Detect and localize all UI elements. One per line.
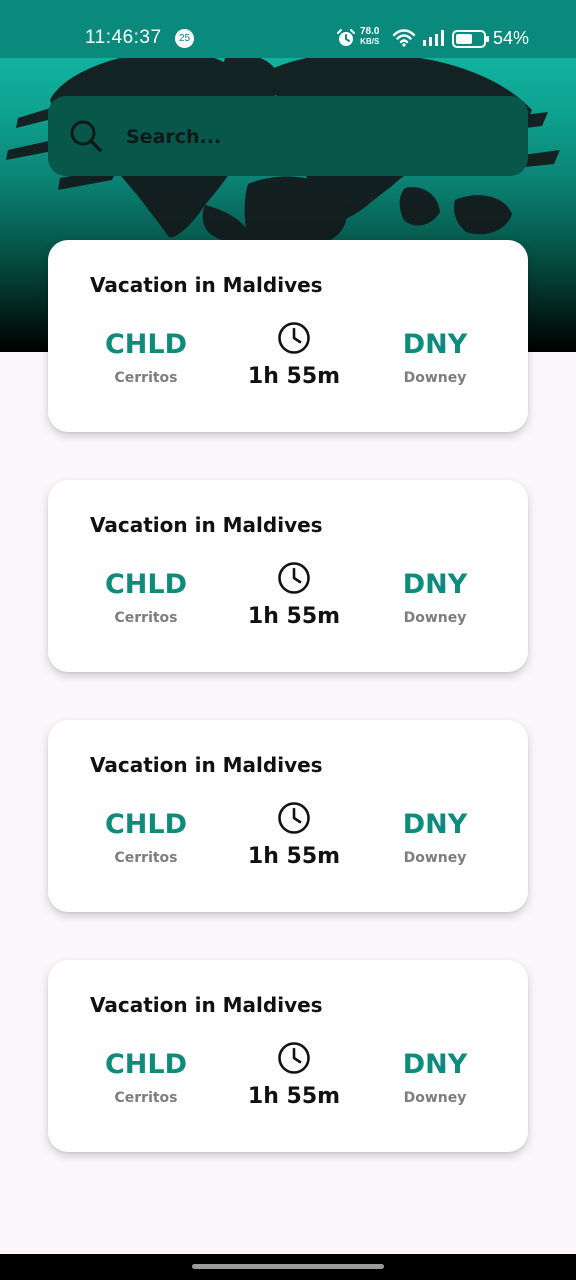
trip-duration: 1h 55m [247,364,341,389]
trip-card[interactable]: Vacation in Maldives CHLD Cerritos 1h 55… [48,720,528,912]
trip-title: Vacation in Maldives [90,513,323,537]
status-bar: 11:46:37 25 78.0 KB/S 54% [0,0,576,58]
trip-card[interactable]: Vacation in Maldives CHLD Cerritos 1h 55… [48,960,528,1152]
wifi-icon [392,29,416,47]
home-gesture-handle[interactable] [192,1264,384,1269]
search-input[interactable] [124,119,508,155]
trip-duration: 1h 55m [247,604,341,629]
origin-code: CHLD [104,809,188,840]
trip-title: Vacation in Maldives [90,993,323,1017]
notification-badge: 25 [175,29,194,48]
trip-duration: 1h 55m [247,1084,341,1109]
origin-code: CHLD [104,569,188,600]
origin-city: Cerritos [114,370,178,386]
destination-city: Downey [403,1090,467,1106]
network-speed-value: 78.0 [360,26,380,37]
clock-icon [278,562,310,594]
alarm-icon [337,29,355,46]
origin-city: Cerritos [114,850,178,866]
search-icon[interactable] [68,118,104,154]
clock-icon [278,322,310,354]
clock-icon [278,1042,310,1074]
trip-card[interactable]: Vacation in Maldives CHLD Cerritos 1h 55… [48,480,528,672]
destination-code: DNY [402,329,468,360]
clock-icon [278,802,310,834]
trip-card[interactable]: Vacation in Maldives CHLD Cerritos 1h 55… [48,240,528,432]
trip-title: Vacation in Maldives [90,273,323,297]
network-speed: 78.0 KB/S [360,27,379,47]
origin-code: CHLD [104,329,188,360]
destination-code: DNY [402,1049,468,1080]
battery-icon [452,30,489,48]
network-speed-unit: KB/S [360,37,380,46]
status-time: 11:46:37 [85,27,162,48]
destination-city: Downey [403,850,467,866]
destination-code: DNY [402,809,468,840]
trip-duration: 1h 55m [247,844,341,869]
navigation-bar [0,1254,576,1280]
battery-percent: 54% [493,28,530,48]
origin-city: Cerritos [114,610,178,626]
search-bar[interactable] [48,96,528,176]
trip-title: Vacation in Maldives [90,753,323,777]
destination-code: DNY [402,569,468,600]
destination-city: Downey [403,370,467,386]
origin-code: CHLD [104,1049,188,1080]
signal-icon [423,30,444,46]
destination-city: Downey [403,610,467,626]
origin-city: Cerritos [114,1090,178,1106]
